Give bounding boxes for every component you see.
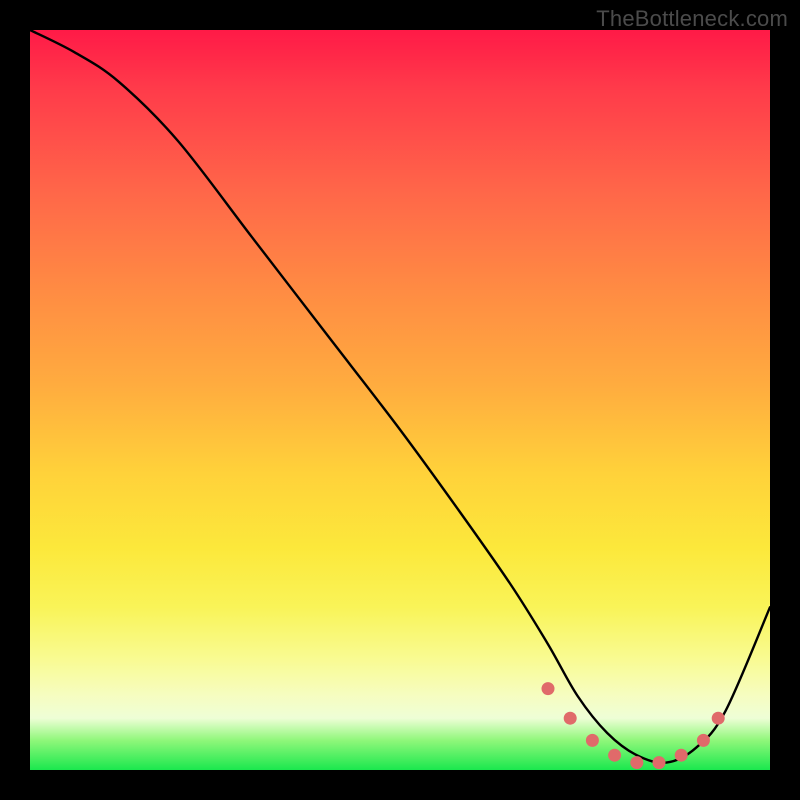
optimal-range-dots [542, 682, 725, 769]
optimal-dot [630, 756, 643, 769]
optimal-dot [712, 712, 725, 725]
optimal-dot [542, 682, 555, 695]
optimal-dot [697, 734, 710, 747]
optimal-dot [675, 749, 688, 762]
optimal-dot [564, 712, 577, 725]
plot-area [30, 30, 770, 770]
watermark-text: TheBottleneck.com [596, 6, 788, 32]
bottleneck-curve-line [30, 30, 770, 763]
optimal-dot [608, 749, 621, 762]
chart-frame: TheBottleneck.com [0, 0, 800, 800]
optimal-dot [586, 734, 599, 747]
optimal-dot [653, 756, 666, 769]
curve-layer [30, 30, 770, 770]
